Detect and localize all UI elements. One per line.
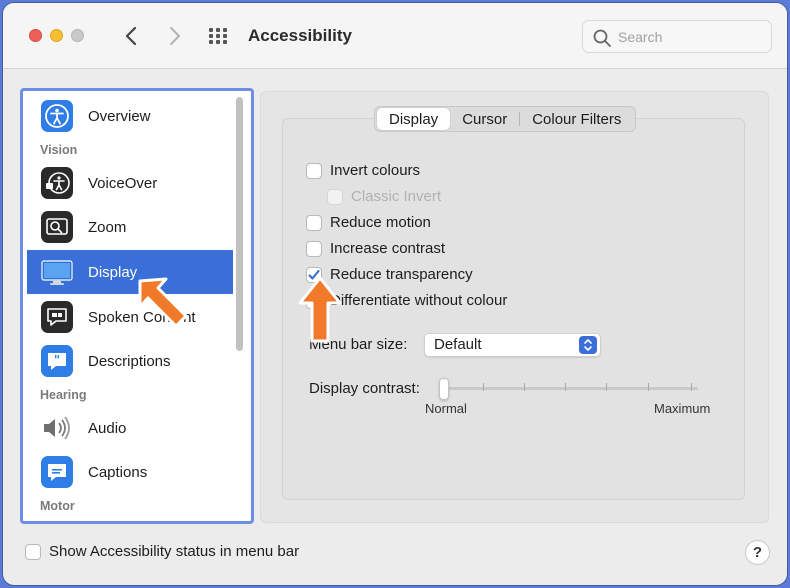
reduce-transparency-label: Reduce transparency	[330, 266, 473, 283]
sidebar-item-descriptions[interactable]: " Descriptions	[27, 339, 233, 383]
slider-tick	[524, 383, 525, 391]
slider-tick	[565, 383, 566, 391]
sidebar-item-captions[interactable]: Captions	[27, 450, 233, 494]
section-header-hearing: Hearing	[40, 388, 87, 402]
minimize-window-button[interactable]	[50, 29, 63, 42]
chevron-updown-icon	[579, 336, 597, 354]
invert-colours-checkbox[interactable]	[306, 162, 322, 179]
sidebar-item-voiceover[interactable]: VoiceOver	[27, 161, 233, 205]
section-header-motor: Motor	[40, 499, 75, 513]
speaker-icon	[41, 412, 73, 444]
show-status-checkbox[interactable]	[25, 543, 41, 560]
display-contrast-slider-track[interactable]	[443, 387, 698, 390]
captions-icon	[41, 456, 73, 488]
sidebar-item-label: VoiceOver	[88, 174, 158, 192]
sidebar-item-overview[interactable]: Overview	[27, 94, 233, 138]
forward-button[interactable]	[163, 23, 187, 49]
close-window-button[interactable]	[29, 29, 42, 42]
help-button[interactable]: ?	[745, 540, 770, 565]
search-field[interactable]	[582, 20, 772, 53]
classic-invert-option: Classic Invert	[327, 188, 441, 205]
reduce-motion-label: Reduce motion	[330, 214, 431, 231]
zoom-icon	[41, 211, 73, 243]
show-status-option[interactable]: Show Accessibility status in menu bar	[25, 543, 299, 560]
chevron-right-icon	[169, 26, 181, 46]
sidebar-item-display[interactable]: Display	[27, 250, 233, 294]
slider-tick	[606, 383, 607, 391]
sidebar-item-label: Display	[88, 263, 138, 281]
display-icon	[41, 256, 73, 288]
sidebar-item-spoken-content[interactable]: Spoken Content	[27, 295, 233, 339]
increase-contrast-label: Increase contrast	[330, 240, 446, 257]
classic-invert-label: Classic Invert	[351, 188, 442, 205]
slider-tick	[691, 383, 692, 391]
tab-display[interactable]: Display	[377, 108, 451, 130]
sidebar-item-label: Descriptions	[88, 352, 171, 370]
menu-bar-size-value: Default	[434, 336, 482, 353]
sidebar-scrollbar[interactable]	[236, 97, 243, 351]
reduce-motion-option[interactable]: Reduce motion	[306, 214, 431, 231]
invert-colours-option[interactable]: Invert colours	[306, 162, 420, 179]
tab-bar: Display Cursor Colour Filters	[374, 106, 637, 132]
accessibility-icon	[41, 100, 73, 132]
classic-invert-checkbox	[327, 188, 343, 205]
slider-tick	[483, 383, 484, 391]
zoom-window-button[interactable]	[71, 29, 84, 42]
slider-max-label: Maximum	[654, 401, 711, 416]
sidebar-item-label: Zoom	[88, 218, 127, 236]
increase-contrast-checkbox[interactable]	[306, 240, 322, 257]
invert-colours-label: Invert colours	[330, 162, 421, 179]
sidebar-item-zoom[interactable]: Zoom	[27, 205, 233, 249]
preferences-window: Accessibility Overview Vision VoiceOver …	[3, 3, 787, 585]
reduce-motion-checkbox[interactable]	[306, 214, 322, 231]
chevron-left-icon	[125, 26, 137, 46]
sidebar-item-audio[interactable]: Audio	[27, 406, 233, 450]
slider-tick	[648, 383, 649, 391]
section-header-vision: Vision	[40, 143, 78, 157]
show-all-grid-button[interactable]	[207, 27, 231, 45]
svg-text:": "	[54, 353, 60, 367]
search-icon	[593, 29, 611, 47]
menu-bar-size-popup[interactable]: Default	[424, 333, 601, 357]
descriptions-icon: "	[41, 345, 73, 377]
tab-colour-filters[interactable]: Colour Filters	[520, 108, 633, 130]
back-button[interactable]	[119, 23, 143, 49]
display-contrast-label: Display contrast:	[309, 380, 420, 397]
sidebar-item-label: Overview	[88, 107, 151, 125]
slider-min-label: Normal	[425, 401, 467, 416]
window-title: Accessibility	[248, 26, 352, 45]
sidebar-item-label: Captions	[88, 463, 148, 481]
annotation-arrow-icon	[138, 277, 188, 328]
title-bar: Accessibility	[3, 3, 787, 69]
display-contrast-slider-knob[interactable]	[439, 378, 449, 400]
search-input[interactable]	[618, 27, 763, 47]
show-status-label: Show Accessibility status in menu bar	[49, 543, 300, 560]
tab-cursor[interactable]: Cursor	[450, 108, 519, 130]
annotation-arrow-icon	[298, 276, 342, 343]
sidebar-item-label: Audio	[88, 419, 127, 437]
voiceover-icon	[41, 167, 73, 199]
differentiate-label: Differentiate without colour	[330, 292, 508, 309]
spoken-content-icon	[41, 301, 73, 333]
increase-contrast-option[interactable]: Increase contrast	[306, 240, 445, 257]
